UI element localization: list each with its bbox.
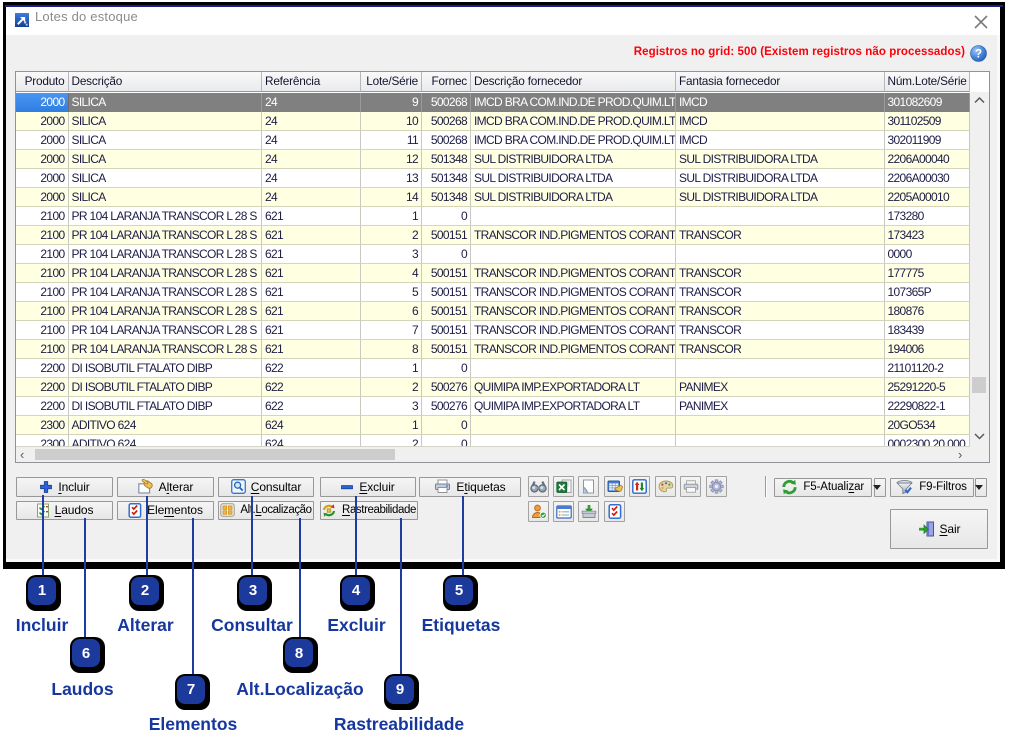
svg-text:?: ? [974, 49, 981, 61]
